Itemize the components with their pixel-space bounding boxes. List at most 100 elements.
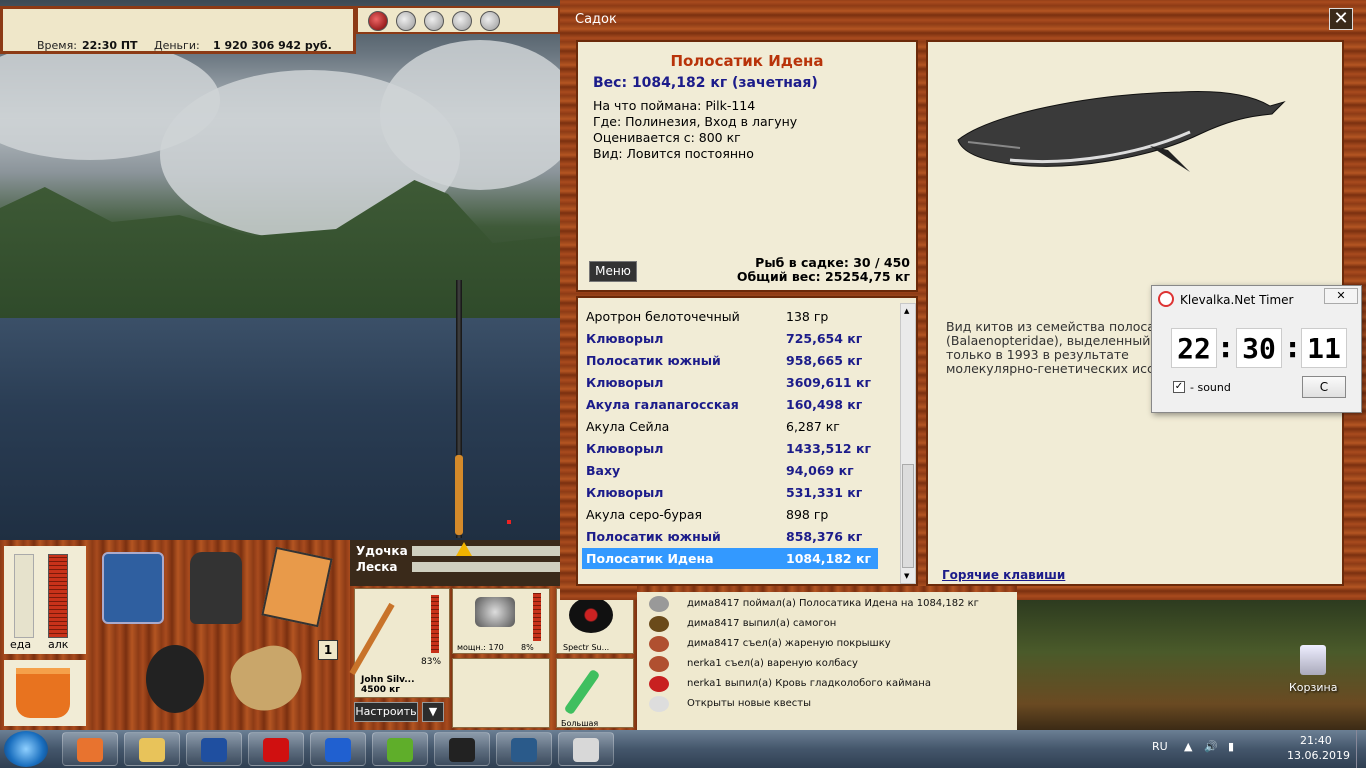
reel-slot[interactable]: мощн.: 170 8% — [452, 588, 550, 654]
rod-capacity: 4500 кг — [361, 685, 400, 695]
bucket-slot[interactable] — [4, 660, 86, 726]
catch-list-item[interactable]: Аротрон белоточечный 138 гр — [582, 306, 878, 327]
catch-list-item[interactable]: Акула галапагосская 160,498 кг — [582, 394, 878, 415]
lure-slot-icon[interactable] — [452, 11, 472, 31]
dialog-close-button[interactable]: ✕ — [1329, 8, 1353, 30]
event-log-line: Открыты новые квесты — [687, 698, 811, 709]
language-indicator[interactable]: RU — [1152, 740, 1168, 753]
taskbar-button[interactable] — [124, 732, 180, 766]
catch-fish-weight: 531,331 кг — [786, 485, 863, 500]
catch-list-item[interactable]: Ваху 94,069 кг — [582, 460, 878, 481]
volume-icon[interactable]: 🔊 — [1204, 740, 1218, 753]
taskbar-button[interactable] — [186, 732, 242, 766]
description-line: только в 1993 в результате — [946, 347, 1129, 362]
taskbar-button[interactable] — [434, 732, 490, 766]
description-line: молекулярно-генетических иссл — [946, 361, 1162, 376]
taskbar-button[interactable] — [248, 732, 304, 766]
catch-fish-weight: 138 гр — [786, 309, 829, 324]
catch-fish-name: Полосатик южный — [586, 353, 721, 368]
catch-fish-name: Клюворыл — [586, 485, 664, 500]
recycle-bin-icon[interactable] — [1300, 645, 1326, 675]
rod-slot[interactable]: 83% John Silv... 4500 кг — [349, 588, 450, 698]
lure-slot-icon[interactable] — [368, 11, 388, 31]
catch-list-item[interactable]: Клюворыл 531,331 кг — [582, 482, 878, 503]
taskbar-button[interactable] — [558, 732, 614, 766]
catch-list-item[interactable]: Клюворыл 3609,611 кг — [582, 372, 878, 393]
catch-fish-name: Ваху — [586, 463, 621, 478]
lure-slot-icon[interactable] — [396, 11, 416, 31]
catch-fish-name: Полосатик южный — [586, 529, 721, 544]
rod-percent: 83% — [421, 657, 442, 667]
timer-clear-button[interactable]: C — [1302, 376, 1346, 398]
fish-kind: Вид: Ловится постоянно — [593, 146, 754, 161]
catch-list-item[interactable]: Акула Сейла 6,287 кг — [582, 416, 878, 437]
klevalka-timer-icon — [573, 738, 599, 762]
hotkeys-link[interactable]: Горячие клавиши — [942, 568, 1065, 582]
float-marker — [507, 520, 511, 524]
bottle-icon — [649, 616, 669, 632]
catch-list-item[interactable]: Клюворыл 725,654 кг — [582, 328, 878, 349]
show-desktop-button[interactable] — [1356, 730, 1366, 768]
backpack-icon[interactable] — [190, 552, 242, 624]
file-explorer-icon — [139, 738, 165, 762]
lure-slot-icon[interactable] — [424, 11, 444, 31]
fishing-scene[interactable] — [0, 0, 560, 540]
catch-list-item[interactable]: Полосатик южный 958,665 кг — [582, 350, 878, 371]
lure-name: Большая — [561, 719, 599, 728]
taskbar-button[interactable] — [310, 732, 366, 766]
start-button[interactable] — [4, 731, 48, 767]
network-icon[interactable]: ▮ — [1228, 740, 1234, 753]
catch-list-scrollbar[interactable]: ▲ ▼ — [900, 303, 916, 584]
lure-slot-icon[interactable] — [480, 11, 500, 31]
fish-location: Где: Полинезия, Вход в лагуну — [593, 114, 798, 129]
timer-close-button[interactable]: ✕ — [1324, 288, 1358, 304]
butterfly-icon — [325, 738, 351, 762]
rod-wear-bar — [431, 595, 439, 653]
catch-list[interactable]: Аротрон белоточечный 138 гр Клюворыл 725,65… — [576, 296, 918, 586]
time-value: 22:30 ПТ — [82, 39, 138, 52]
catch-list-item[interactable]: Клюворыл 1433,512 кг — [582, 438, 878, 459]
catch-fish-weight: 958,665 кг — [786, 353, 863, 368]
floppy-save-icon — [201, 738, 227, 762]
catch-list-item[interactable]: Полосатик Идена 1084,182 кг — [582, 548, 878, 569]
total-weight: Общий вес: 25254,75 кг — [736, 269, 910, 284]
timer-hours: 22 — [1171, 328, 1217, 368]
scroll-thumb[interactable] — [902, 464, 914, 568]
window-app-icon — [511, 738, 537, 762]
money-label: Деньги: — [154, 39, 200, 52]
taskbar: RU ▲ 🔊 ▮ 21:40 13.06.2019 — [0, 730, 1366, 768]
line-tension-bar — [412, 562, 560, 572]
fish-valued-from: Оценивается с: 800 кг — [593, 130, 741, 145]
tray-expand-icon[interactable]: ▲ — [1184, 740, 1192, 753]
lure-slot[interactable]: Большая — [556, 658, 634, 728]
description-line: (Balaenopteridae), выделенный — [946, 333, 1151, 348]
rod-tension-bar — [412, 546, 560, 556]
fish-icon — [649, 596, 669, 612]
scroll-up-icon[interactable]: ▲ — [904, 307, 909, 315]
tension-panel: Удочка Леска — [350, 540, 560, 586]
sound-label: - sound — [1190, 381, 1231, 394]
dropdown-arrow-button[interactable]: ▼ — [422, 702, 444, 722]
stats-box: еда алк — [4, 546, 86, 654]
rod-handle — [455, 455, 463, 535]
empty-slot[interactable] — [452, 658, 550, 728]
catch-list-item[interactable]: Полосатик южный 858,376 кг — [582, 526, 878, 547]
menu-button[interactable]: Меню — [589, 261, 637, 282]
taskbar-button[interactable] — [62, 732, 118, 766]
status-bar: Время: 22:30 ПТ Деньги: 1 920 306 942 ру… — [0, 6, 356, 54]
alcohol-label: алк — [48, 638, 69, 651]
sound-checkbox[interactable]: ✓ — [1173, 381, 1185, 393]
p3-icon — [449, 738, 475, 762]
taskbar-button[interactable] — [372, 732, 428, 766]
clock-date[interactable]: 13.06.2019 — [1287, 749, 1350, 762]
clock-time[interactable]: 21:40 — [1300, 734, 1332, 747]
catch-fish-name: Акула галапагосская — [586, 397, 739, 412]
recycle-bin-label[interactable]: Корзина — [1289, 681, 1337, 694]
scroll-down-icon[interactable]: ▼ — [904, 572, 909, 580]
tackle-box-icon[interactable] — [102, 552, 164, 624]
pot-icon[interactable] — [146, 645, 204, 713]
taskbar-button[interactable] — [496, 732, 552, 766]
catch-list-item[interactable]: Акула серо-бурая 898 гр — [582, 504, 878, 525]
reel-wear-bar — [533, 593, 541, 641]
setup-button[interactable]: Настроить — [354, 702, 418, 722]
